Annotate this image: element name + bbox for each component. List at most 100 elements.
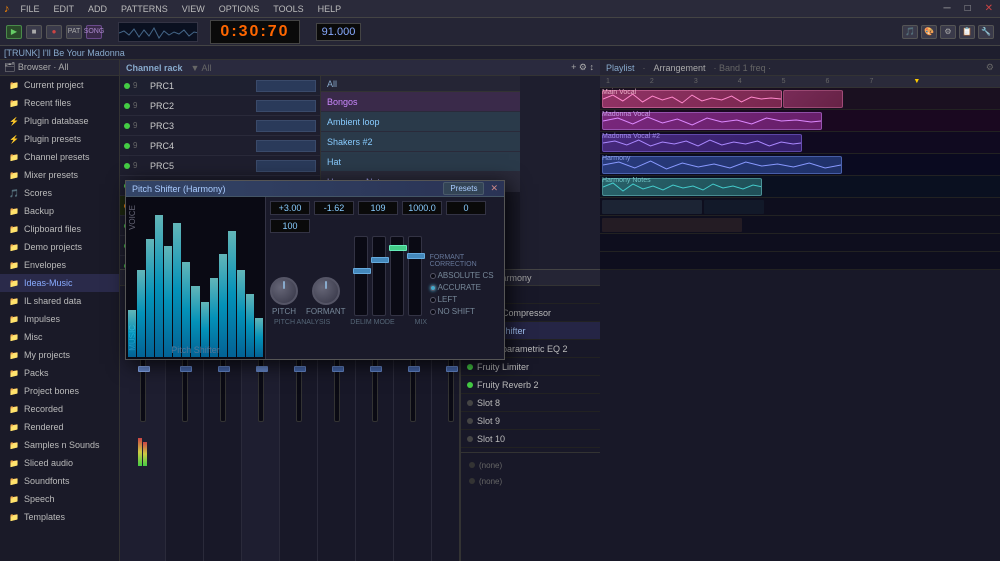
mix-slider-handle[interactable] <box>407 253 425 259</box>
instrument-bongos[interactable]: Bongos <box>321 92 520 112</box>
no-shift-option[interactable]: NO SHIFT <box>430 307 500 316</box>
playlist-track-harmony-notes[interactable]: Harmony Notes <box>600 176 1000 198</box>
pitch-slider-handle[interactable] <box>353 268 371 274</box>
pitch-knob[interactable] <box>270 277 298 305</box>
fx-slot-8[interactable]: Slot 8 <box>461 394 600 412</box>
tool-icon-3[interactable]: ⚙ <box>940 25 956 39</box>
playlist-track-madonna-vocal2[interactable]: Madonna Vocal #2 <box>600 132 1000 154</box>
sidebar-item-mixer-presets[interactable]: 📁 Mixer presets <box>0 166 119 184</box>
harmony-fader[interactable] <box>256 366 268 372</box>
mix-slider[interactable] <box>408 236 422 316</box>
pitch-value-display[interactable]: +3.00 <box>270 201 310 215</box>
playlist-track-madonna-vocal[interactable]: Madonna Vocal <box>600 110 1000 132</box>
sidebar-item-clipboard[interactable]: 📁 Clipboard files <box>0 220 119 238</box>
sidebar-item-recorded[interactable]: 📁 Recorded <box>0 400 119 418</box>
knob4-value-display[interactable]: 100 <box>270 219 310 233</box>
channel-row-prc2[interactable]: 9 PRC2 <box>120 96 320 116</box>
menu-add[interactable]: ADD <box>85 4 110 14</box>
channel-row-prc3[interactable]: 9 PRC3 <box>120 116 320 136</box>
main-vocal-fader[interactable] <box>218 366 230 372</box>
playlist-track-harmony[interactable]: Harmony <box>600 154 1000 176</box>
bounce-fader[interactable] <box>446 366 458 372</box>
feedback-slider-handle[interactable] <box>389 245 407 251</box>
menu-help[interactable]: HELP <box>315 4 345 14</box>
stop-button[interactable]: ■ <box>26 25 42 39</box>
menu-edit[interactable]: EDIT <box>51 4 78 14</box>
sidebar-item-current-project[interactable]: 📁 Current project <box>0 76 119 94</box>
sidebar-item-plugin-presets[interactable]: ⚡ Plugin presets <box>0 130 119 148</box>
delim-slider[interactable] <box>372 236 386 316</box>
clip-harmony[interactable] <box>602 156 842 174</box>
menu-view[interactable]: VIEW <box>179 4 208 14</box>
tool-icon-1[interactable]: 🎵 <box>902 25 918 39</box>
window-minimize[interactable]: ─ <box>940 3 953 14</box>
sidebar-item-envelopes[interactable]: 📁 Envelopes <box>0 256 119 274</box>
rack-add-btn[interactable]: + ⚙ ↕ <box>571 62 594 73</box>
menu-file[interactable]: FILE <box>18 4 43 14</box>
sidebar-item-my-projects[interactable]: 📁 My projects <box>0 346 119 364</box>
menu-patterns[interactable]: PATTERNS <box>118 4 171 14</box>
sidebar-item-demo[interactable]: 📁 Demo projects <box>0 238 119 256</box>
sidebar-item-project-bones[interactable]: 📁 Project bones <box>0 382 119 400</box>
sidebar-item-recent-files[interactable]: 📁 Recent files <box>0 94 119 112</box>
formant-value-display[interactable]: -1.62 <box>314 201 354 215</box>
sidebar-item-il-shared[interactable]: 📁 IL shared data <box>0 292 119 310</box>
sidebar-item-samples[interactable]: 📁 Samples n Sounds <box>0 436 119 454</box>
master-fader[interactable] <box>138 366 150 372</box>
sidebar-item-sliced[interactable]: 📁 Sliced audio <box>0 454 119 472</box>
sidebar-item-ideas-music[interactable]: 📁 Ideas-Music <box>0 274 119 292</box>
left-option[interactable]: LEFT <box>430 295 500 304</box>
vocal-reverb-fader[interactable] <box>332 366 344 372</box>
sidebar-item-packs[interactable]: 📁 Packs <box>0 364 119 382</box>
menu-tools[interactable]: TOOLS <box>270 4 306 14</box>
sidebar-item-rendered[interactable]: 📁 Rendered <box>0 418 119 436</box>
presets-button[interactable]: Presets <box>443 182 484 195</box>
sidebar-item-speech[interactable]: 📁 Speech <box>0 490 119 508</box>
plugin-close[interactable]: ✕ <box>490 183 498 194</box>
record-button[interactable]: ● <box>46 25 62 39</box>
song-button[interactable]: SONG <box>86 25 102 39</box>
fx-slot-9[interactable]: Slot 9 <box>461 412 600 430</box>
sidebar-item-soundfonts[interactable]: 📁 Soundfonts <box>0 472 119 490</box>
menu-options[interactable]: OPTIONS <box>216 4 263 14</box>
accurate-option[interactable]: ACCURATE <box>430 283 500 292</box>
bpm-display[interactable]: 91.000 <box>316 23 361 41</box>
sidebar-item-channel-presets[interactable]: 📁 Channel presets <box>0 148 119 166</box>
window-maximize[interactable]: □ <box>962 3 974 14</box>
formant-knob[interactable] <box>312 277 340 305</box>
instrument-ambient[interactable]: Ambient loop <box>321 112 520 132</box>
channel-row-prc4[interactable]: 9 PRC4 <box>120 136 320 156</box>
window-close[interactable]: ✕ <box>982 3 996 14</box>
sidebar-item-backup[interactable]: 📁 Backup <box>0 202 119 220</box>
sidebar-item-scores[interactable]: 🎵 Scores <box>0 184 119 202</box>
tool-icon-5[interactable]: 🔧 <box>978 25 994 39</box>
playlist-track-main-vocal[interactable]: Main Vocal <box>600 88 1000 110</box>
pat-button[interactable]: PAT <box>66 25 82 39</box>
knob2-value-display[interactable]: 1000.0 <box>402 201 442 215</box>
vocal-delay-fader[interactable] <box>294 366 306 372</box>
tool-icon-2[interactable]: 🎨 <box>921 25 937 39</box>
sidebar-item-templates[interactable]: 📁 Templates <box>0 508 119 526</box>
channel-row-bongos[interactable]: 9 PRC1 <box>120 76 320 96</box>
delim-slider-handle[interactable] <box>371 257 389 263</box>
absolute-cs-option[interactable]: ABSOLUTE CS <box>430 271 500 280</box>
instrument-shakers[interactable]: Shakers #2 <box>321 132 520 152</box>
track-fader[interactable] <box>370 366 382 372</box>
channel-row-prc5[interactable]: 9 PRC5 <box>120 156 320 176</box>
play-button[interactable]: ▶ <box>6 25 22 39</box>
fx-slot-reverb2[interactable]: Fruity Reverb 2 <box>461 376 600 394</box>
vox-fader[interactable] <box>180 366 192 372</box>
knob3-value-display[interactable]: 0 <box>446 201 486 215</box>
sidebar-item-misc[interactable]: 📁 Misc <box>0 328 119 346</box>
clip-main-vocal-2[interactable] <box>783 90 843 108</box>
playlist-track-extra2[interactable] <box>600 216 1000 234</box>
ambient-fader[interactable] <box>408 366 420 372</box>
sidebar-item-impulses[interactable]: 📁 Impulses <box>0 310 119 328</box>
playlist-track-extra4[interactable] <box>600 252 1000 270</box>
playlist-track-extra3[interactable] <box>600 234 1000 252</box>
feedback-slider[interactable] <box>390 236 404 316</box>
fx-slot-10[interactable]: Slot 10 <box>461 430 600 448</box>
fx-slot-limiter[interactable]: Fruity Limiter <box>461 358 600 376</box>
sidebar-item-plugin-database[interactable]: ⚡ Plugin database <box>0 112 119 130</box>
playlist-track-extra1[interactable] <box>600 198 1000 216</box>
